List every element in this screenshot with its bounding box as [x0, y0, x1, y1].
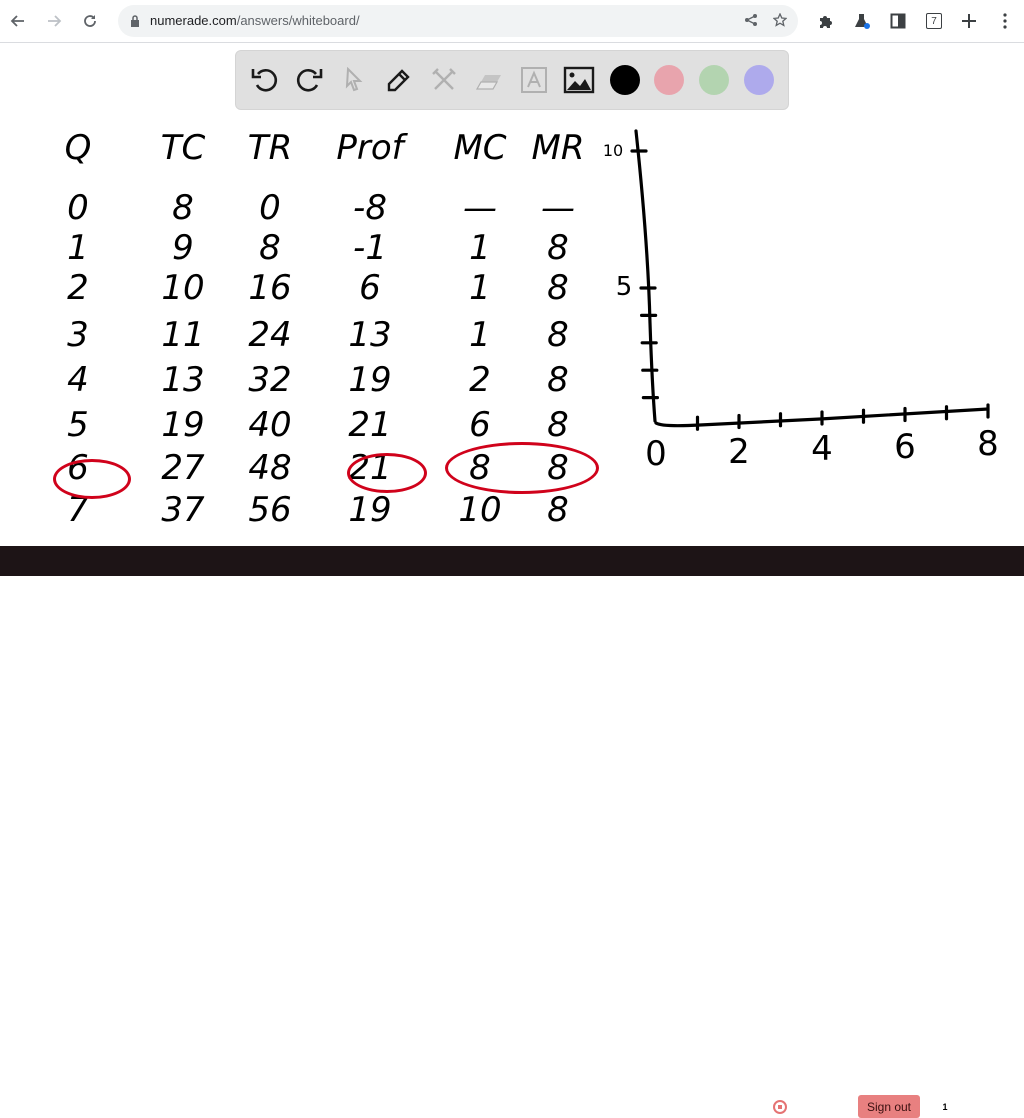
bookmark-star-icon [772, 12, 788, 27]
extensions-button[interactable] [815, 10, 837, 32]
select-tool-button[interactable] [337, 63, 371, 97]
menu-icon [1003, 13, 1007, 29]
bookmark-button[interactable] [772, 12, 788, 31]
sign-out-button[interactable]: Sign out [858, 1095, 920, 1118]
redo-icon [296, 69, 323, 92]
eraser-tool-button[interactable] [472, 63, 506, 97]
url-domain: numerade.com [150, 13, 237, 28]
reload-button[interactable] [78, 9, 102, 33]
color-swatch-black[interactable] [610, 65, 640, 95]
labs-flask-icon [855, 14, 870, 29]
extensions-icon [820, 16, 832, 28]
text-tool-button[interactable] [517, 63, 551, 97]
lock-icon [131, 15, 139, 27]
back-icon [10, 15, 24, 27]
color-swatch-pink[interactable] [654, 65, 684, 95]
notification-count: 1 [942, 1102, 948, 1112]
x-tick-label: 0 [645, 434, 667, 474]
tab-switcher-button[interactable]: 7 [923, 10, 945, 32]
eraser-icon [475, 75, 501, 90]
x-tick-label: 2 [728, 431, 750, 472]
pencil-icon [387, 69, 410, 92]
whiteboard-toolbar [235, 50, 789, 110]
forward-button[interactable] [42, 9, 66, 33]
shape-tools-button[interactable] [427, 63, 461, 97]
undo-button[interactable] [248, 63, 282, 97]
color-swatch-purple[interactable] [744, 65, 774, 95]
x-tick-label: 6 [894, 426, 916, 467]
y-axis-line [634, 129, 657, 423]
battery-icon [974, 1099, 981, 1112]
sign-out-label: Sign out [866, 1099, 912, 1114]
y-tick-label: 10 [602, 141, 624, 160]
share-icon [745, 14, 757, 26]
system-shelf: Sign out 1 2:34 [0, 546, 1024, 1118]
notification-badge[interactable]: 1 [939, 1101, 951, 1113]
y-tick-label: 5 [615, 272, 633, 302]
side-panel-icon [890, 13, 906, 29]
image-icon [563, 66, 595, 94]
pen-tool-button[interactable] [382, 63, 416, 97]
color-swatch-green[interactable] [699, 65, 729, 95]
url-text[interactable]: numerade.com/answers/whiteboard/ [150, 13, 360, 28]
labs-button[interactable] [851, 10, 873, 32]
side-panel-button[interactable] [887, 10, 909, 32]
redo-button[interactable] [292, 63, 326, 97]
reload-icon [84, 15, 96, 27]
browser-toolbar: numerade.com/answers/whiteboard/ 7 [0, 0, 1024, 43]
clock: 2:34 [990, 1099, 1014, 1113]
whiteboard-canvas[interactable]: Q TC TR Prof MC MR 0 8 0 -8— —1 9 8 -1 1 8 2 10 16 6 1 8 3 11 24… [0, 43, 1024, 546]
share-button[interactable] [744, 13, 758, 31]
tab-count-icon: 7 [926, 13, 942, 29]
cursor-arrow-icon [345, 67, 363, 92]
x-tick-label: 4 [811, 429, 833, 469]
wifi-icon [957, 1101, 969, 1111]
url-path: /answers/whiteboard/ [236, 13, 360, 28]
axes-graph [630, 129, 990, 431]
menu-button[interactable] [994, 10, 1016, 32]
new-tab-button[interactable] [958, 10, 980, 32]
text-box-icon [521, 67, 547, 93]
image-tool-button[interactable] [562, 63, 596, 97]
back-button[interactable] [6, 9, 30, 33]
undo-icon [251, 69, 278, 92]
screen-record-icon[interactable] [773, 1100, 787, 1114]
address-bar[interactable]: numerade.com/answers/whiteboard/ [118, 5, 798, 37]
x-tick-label: 8 [977, 424, 999, 464]
tab-count: 7 [931, 15, 937, 27]
user-pod[interactable] [804, 1097, 846, 1117]
new-tab-icon [962, 14, 976, 28]
tools-crossed-icon [432, 68, 456, 90]
forward-icon [48, 15, 62, 27]
